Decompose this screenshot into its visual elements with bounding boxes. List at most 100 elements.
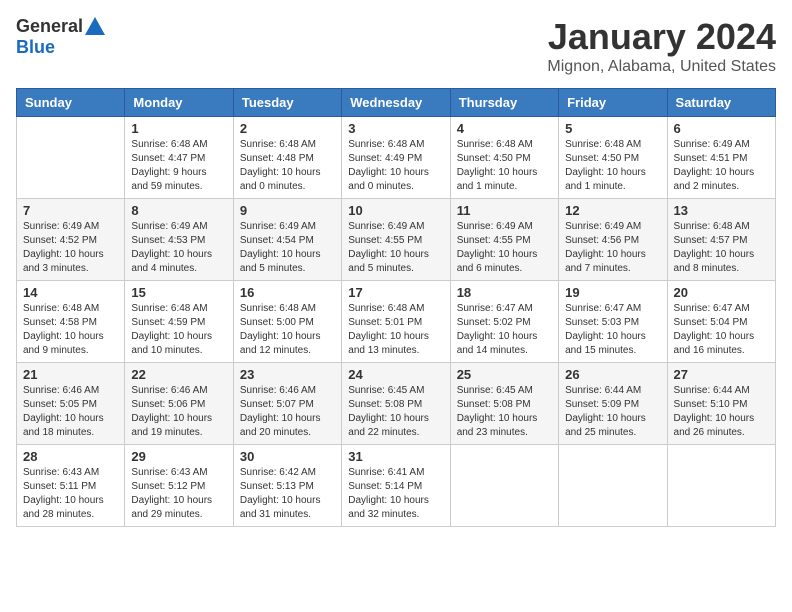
day-info: Sunrise: 6:48 AM Sunset: 4:50 PM Dayligh…	[565, 138, 660, 194]
calendar-cell: 21 Sunrise: 6:46 AM Sunset: 5:05 PM Dayli…	[17, 363, 125, 445]
calendar-header-row: SundayMondayTuesdayWednesdayThursdayFrid…	[17, 89, 776, 117]
calendar-cell	[559, 445, 667, 527]
day-number: 25	[457, 367, 552, 382]
logo-general-text: General	[16, 16, 83, 37]
day-info: Sunrise: 6:49 AM Sunset: 4:51 PM Dayligh…	[674, 138, 769, 194]
day-info: Sunrise: 6:44 AM Sunset: 5:10 PM Dayligh…	[674, 384, 769, 440]
day-number: 17	[348, 285, 443, 300]
day-number: 20	[674, 285, 769, 300]
day-number: 21	[23, 367, 118, 382]
day-number: 4	[457, 121, 552, 136]
day-number: 22	[131, 367, 226, 382]
day-info: Sunrise: 6:49 AM Sunset: 4:54 PM Dayligh…	[240, 220, 335, 276]
day-info: Sunrise: 6:44 AM Sunset: 5:09 PM Dayligh…	[565, 384, 660, 440]
calendar-cell: 18Sunrise: 6:47 AM Sunset: 5:02 PM Dayli…	[450, 281, 558, 363]
day-number: 16	[240, 285, 335, 300]
calendar-week-row: 1 Sunrise: 6:48 AM Sunset: 4:47 PM Daylig…	[17, 117, 776, 199]
day-info: Sunrise: 6:46 AM Sunset: 5:07 PM Dayligh…	[240, 384, 335, 440]
day-info: Sunrise: 6:48 AM Sunset: 4:50 PM Dayligh…	[457, 138, 552, 194]
calendar-cell: 23 Sunrise: 6:46 AM Sunset: 5:07 PM Dayli…	[233, 363, 341, 445]
calendar-cell: 26 Sunrise: 6:44 AM Sunset: 5:09 PM Dayli…	[559, 363, 667, 445]
day-info: Sunrise: 6:43 AM Sunset: 5:12 PM Dayligh…	[131, 466, 226, 522]
calendar-cell: 13 Sunrise: 6:48 AM Sunset: 4:57 PM Dayli…	[667, 199, 775, 281]
calendar-cell	[17, 117, 125, 199]
day-number: 1	[131, 121, 226, 136]
calendar-cell: 1 Sunrise: 6:48 AM Sunset: 4:47 PM Daylig…	[125, 117, 233, 199]
day-info: Sunrise: 6:49 AM Sunset: 4:52 PM Dayligh…	[23, 220, 118, 276]
calendar-cell: 22Sunrise: 6:46 AM Sunset: 5:06 PM Dayli…	[125, 363, 233, 445]
day-number: 19	[565, 285, 660, 300]
calendar-cell: 12Sunrise: 6:49 AM Sunset: 4:56 PM Dayli…	[559, 199, 667, 281]
day-number: 30	[240, 449, 335, 464]
calendar-cell: 4 Sunrise: 6:48 AM Sunset: 4:50 PM Daylig…	[450, 117, 558, 199]
calendar-cell: 14 Sunrise: 6:48 AM Sunset: 4:58 PM Dayli…	[17, 281, 125, 363]
calendar-day-header: Monday	[125, 89, 233, 117]
calendar-cell: 25 Sunrise: 6:45 AM Sunset: 5:08 PM Dayli…	[450, 363, 558, 445]
calendar-day-header: Friday	[559, 89, 667, 117]
day-info: Sunrise: 6:48 AM Sunset: 5:01 PM Dayligh…	[348, 302, 443, 358]
calendar-cell: 9Sunrise: 6:49 AM Sunset: 4:54 PM Daylig…	[233, 199, 341, 281]
day-number: 14	[23, 285, 118, 300]
calendar-cell: 20 Sunrise: 6:47 AM Sunset: 5:04 PM Dayli…	[667, 281, 775, 363]
day-number: 27	[674, 367, 769, 382]
day-number: 10	[348, 203, 443, 218]
calendar-cell: 8 Sunrise: 6:49 AM Sunset: 4:53 PM Daylig…	[125, 199, 233, 281]
day-number: 6	[674, 121, 769, 136]
day-number: 3	[348, 121, 443, 136]
calendar-week-row: 21 Sunrise: 6:46 AM Sunset: 5:05 PM Dayli…	[17, 363, 776, 445]
day-info: Sunrise: 6:49 AM Sunset: 4:55 PM Dayligh…	[457, 220, 552, 276]
logo-blue-text: Blue	[16, 37, 55, 58]
day-number: 26	[565, 367, 660, 382]
calendar-cell: 2Sunrise: 6:48 AM Sunset: 4:48 PM Daylig…	[233, 117, 341, 199]
calendar-day-header: Thursday	[450, 89, 558, 117]
day-info: Sunrise: 6:48 AM Sunset: 4:57 PM Dayligh…	[674, 220, 769, 276]
calendar-day-header: Sunday	[17, 89, 125, 117]
day-info: Sunrise: 6:47 AM Sunset: 5:03 PM Dayligh…	[565, 302, 660, 358]
day-number: 18	[457, 285, 552, 300]
day-number: 24	[348, 367, 443, 382]
day-info: Sunrise: 6:48 AM Sunset: 4:48 PM Dayligh…	[240, 138, 335, 194]
calendar-table: SundayMondayTuesdayWednesdayThursdayFrid…	[16, 88, 776, 527]
day-info: Sunrise: 6:48 AM Sunset: 4:59 PM Dayligh…	[131, 302, 226, 358]
day-info: Sunrise: 6:47 AM Sunset: 5:04 PM Dayligh…	[674, 302, 769, 358]
calendar-cell: 19 Sunrise: 6:47 AM Sunset: 5:03 PM Dayli…	[559, 281, 667, 363]
day-number: 29	[131, 449, 226, 464]
day-info: Sunrise: 6:48 AM Sunset: 4:58 PM Dayligh…	[23, 302, 118, 358]
day-number: 31	[348, 449, 443, 464]
calendar-week-row: 14 Sunrise: 6:48 AM Sunset: 4:58 PM Dayli…	[17, 281, 776, 363]
calendar-cell: 17 Sunrise: 6:48 AM Sunset: 5:01 PM Dayli…	[342, 281, 450, 363]
calendar-cell: 16Sunrise: 6:48 AM Sunset: 5:00 PM Dayli…	[233, 281, 341, 363]
day-info: Sunrise: 6:45 AM Sunset: 5:08 PM Dayligh…	[348, 384, 443, 440]
day-info: Sunrise: 6:46 AM Sunset: 5:05 PM Dayligh…	[23, 384, 118, 440]
logo: General Blue	[16, 16, 105, 58]
calendar-week-row: 7Sunrise: 6:49 AM Sunset: 4:52 PM Daylig…	[17, 199, 776, 281]
logo-triangle-icon	[85, 17, 105, 35]
calendar-cell	[667, 445, 775, 527]
day-number: 23	[240, 367, 335, 382]
calendar-day-header: Wednesday	[342, 89, 450, 117]
calendar-day-header: Saturday	[667, 89, 775, 117]
day-info: Sunrise: 6:42 AM Sunset: 5:13 PM Dayligh…	[240, 466, 335, 522]
day-number: 8	[131, 203, 226, 218]
calendar-cell: 24 Sunrise: 6:45 AM Sunset: 5:08 PM Dayli…	[342, 363, 450, 445]
calendar-cell: 6 Sunrise: 6:49 AM Sunset: 4:51 PM Daylig…	[667, 117, 775, 199]
day-info: Sunrise: 6:45 AM Sunset: 5:08 PM Dayligh…	[457, 384, 552, 440]
day-number: 13	[674, 203, 769, 218]
calendar-week-row: 28Sunrise: 6:43 AM Sunset: 5:11 PM Dayli…	[17, 445, 776, 527]
calendar-cell: 7Sunrise: 6:49 AM Sunset: 4:52 PM Daylig…	[17, 199, 125, 281]
calendar-cell: 30 Sunrise: 6:42 AM Sunset: 5:13 PM Dayli…	[233, 445, 341, 527]
day-info: Sunrise: 6:48 AM Sunset: 4:49 PM Dayligh…	[348, 138, 443, 194]
page-header: General Blue January 2024 Mignon, Alabam…	[16, 16, 776, 76]
calendar-cell: 27 Sunrise: 6:44 AM Sunset: 5:10 PM Dayli…	[667, 363, 775, 445]
day-info: Sunrise: 6:49 AM Sunset: 4:53 PM Dayligh…	[131, 220, 226, 276]
day-number: 5	[565, 121, 660, 136]
day-info: Sunrise: 6:41 AM Sunset: 5:14 PM Dayligh…	[348, 466, 443, 522]
day-info: Sunrise: 6:43 AM Sunset: 5:11 PM Dayligh…	[23, 466, 118, 522]
calendar-cell: 28Sunrise: 6:43 AM Sunset: 5:11 PM Dayli…	[17, 445, 125, 527]
calendar-day-header: Tuesday	[233, 89, 341, 117]
calendar-cell: 10Sunrise: 6:49 AM Sunset: 4:55 PM Dayli…	[342, 199, 450, 281]
day-info: Sunrise: 6:48 AM Sunset: 4:47 PM Dayligh…	[131, 138, 226, 194]
calendar-cell: 5 Sunrise: 6:48 AM Sunset: 4:50 PM Daylig…	[559, 117, 667, 199]
day-number: 11	[457, 203, 552, 218]
day-number: 15	[131, 285, 226, 300]
